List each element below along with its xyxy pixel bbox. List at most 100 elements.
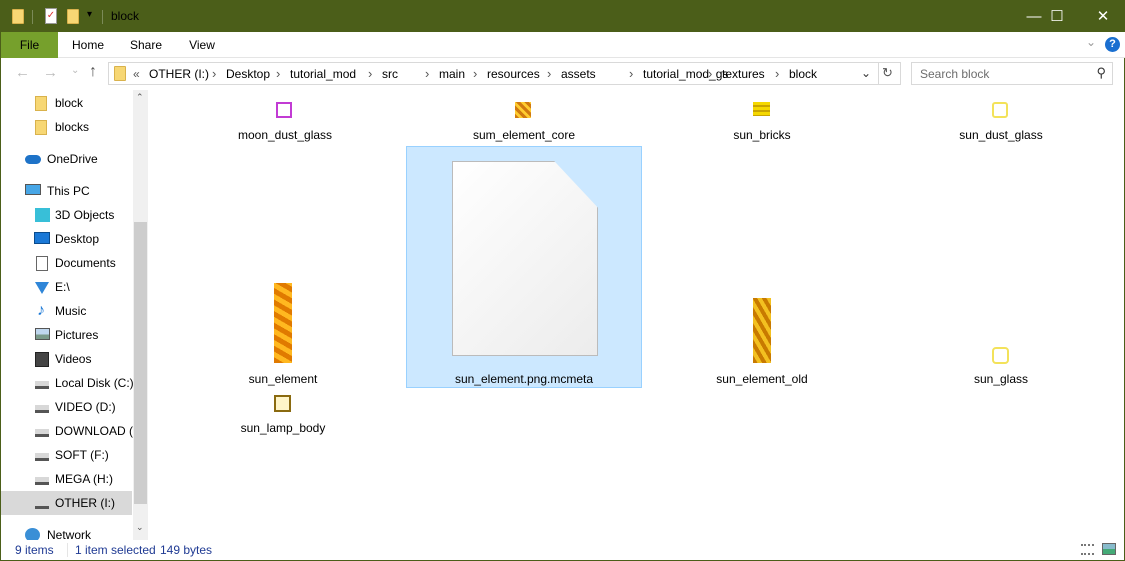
tab-view[interactable]: View [177,32,227,58]
sidebar-item-onedrive[interactable]: OneDrive [1,147,132,171]
breadcrumb-item[interactable]: textures [722,67,765,81]
sidebar-item-documents[interactable]: Documents [1,251,132,275]
folder-icon [12,9,24,24]
sidebar-item-local-disk-c[interactable]: Local Disk (C:) [1,371,134,395]
sidebar-item-download-e[interactable]: DOWNLOAD (E:) [1,419,148,443]
sidebar-item-block[interactable]: block [1,91,132,115]
scrollbar-thumb[interactable] [134,222,147,504]
texture-icon [753,102,770,116]
tab-file[interactable]: File [1,32,58,58]
large-icons-view-button[interactable] [1102,543,1116,555]
sidebar-item-label: OTHER (I:) [55,496,115,510]
sidebar-item-other-i[interactable]: OTHER (I:) [1,491,132,515]
texture-icon [753,298,771,363]
search-input[interactable]: Search block ⚲ [911,62,1113,85]
search-icon[interactable]: ⚲ [1096,65,1106,81]
recent-locations-button[interactable]: ⌄ [71,65,79,76]
breadcrumb-item[interactable]: src [382,67,398,81]
refresh-button[interactable]: ↻ [882,65,893,81]
customize-toolbar-icon[interactable]: ▾ [87,9,92,20]
breadcrumb-chevron-icon[interactable]: › [212,66,216,81]
sidebar-item-soft-f[interactable]: SOFT (F:) [1,443,132,467]
forward-button[interactable]: → [43,64,58,81]
maximize-button[interactable]: ☐ [1034,1,1080,32]
file-view: moon_dust_glass sum_element_core sun_brick… [149,90,1125,540]
glass-texture-icon [992,102,1008,118]
breadcrumb-chevron-icon[interactable]: › [368,66,372,81]
sidebar-item-3d-objects[interactable]: 3D Objects [1,203,132,227]
sidebar-item-label: Network [47,528,92,540]
sidebar-item-label: VIDEO (D:) [55,400,116,414]
address-dropdown[interactable]: ⌄ [861,66,871,80]
file-name: sun_glass [973,372,1029,386]
breadcrumb-item[interactable]: block [789,67,817,81]
sidebar-item-label: block [55,96,84,110]
breadcrumb-chevron-icon[interactable]: › [775,66,779,81]
breadcrumb-chevron-icon[interactable]: › [473,66,477,81]
sidebar-item-label: MEGA (H:) [55,472,114,486]
file-name: sun_element_old [716,372,808,386]
breadcrumb-chevron-icon[interactable]: › [425,66,429,81]
glass-texture-icon [992,347,1009,364]
breadcrumb-item[interactable]: tutorial_mod_gs [643,67,728,81]
file-name: sun_lamp_body [240,421,326,435]
help-icon[interactable]: ? [1105,37,1120,52]
properties-icon[interactable]: ✓ [45,8,57,24]
navigation-pane: block blocks OneDrive This PC 3D Objects Desk… [1,90,148,540]
new-folder-icon[interactable] [67,9,79,24]
details-view-button[interactable] [1081,544,1094,555]
breadcrumb-item[interactable]: tutorial_mod [290,67,356,81]
sidebar-item-label: E:\ [55,280,70,294]
breadcrumb-item[interactable]: Desktop [226,67,270,81]
sidebar-item-music[interactable]: ♪ Music [1,299,132,323]
breadcrumb-item[interactable]: OTHER (I:) [149,67,209,81]
sidebar-item-network[interactable]: Network [1,523,132,540]
breadcrumb-chevron-icon[interactable]: › [708,66,712,81]
folder-icon [35,96,47,111]
folder-icon [114,66,126,81]
back-button[interactable]: ← [15,64,30,81]
status-bar: 9 items 1 item selected 149 bytes [1,540,1125,561]
sidebar-item-mega-h[interactable]: MEGA (H:) [1,467,132,491]
file-name: sun_element [248,372,318,386]
file-name: sun_bricks [733,128,791,142]
computer-icon [25,184,41,195]
breadcrumb-chevron-icon[interactable]: › [276,66,280,81]
file-name: sun_dust_glass [959,128,1043,142]
sidebar-item-label: Local Disk (C:) [55,376,134,390]
title-bar: ✓ ▾ block — ☐ ✕ [1,1,1125,32]
ribbon-tabs: File Home Share View ⌄ ? [1,32,1125,58]
search-placeholder: Search block [920,67,990,81]
sidebar-item-label: blocks [55,120,90,134]
overflow-button[interactable]: « [133,67,140,81]
breadcrumb-item[interactable]: main [439,67,465,81]
breadcrumb-chevron-icon[interactable]: › [547,66,551,81]
sidebar-item-desktop[interactable]: Desktop [1,227,132,251]
sidebar-item-video-d[interactable]: VIDEO (D:) [1,395,132,419]
nav-scrollbar[interactable]: ⌃ ⌄ [133,90,148,540]
sidebar-item-pictures[interactable]: Pictures [1,323,132,347]
breadcrumb-chevron-icon[interactable]: › [629,66,633,81]
sidebar-item-label: Documents [55,256,116,270]
tab-home[interactable]: Home [63,32,113,58]
sidebar-item-videos[interactable]: Videos [1,347,132,371]
up-button[interactable]: ↑ [89,63,97,81]
file-name: sun_element.png.mcmeta [454,372,594,386]
expand-ribbon-icon[interactable]: ⌄ [1086,35,1096,49]
drive-icon [35,405,49,413]
sidebar-item-label: Desktop [55,232,100,246]
sidebar-item-this-pc[interactable]: This PC [1,179,132,203]
address-bar[interactable]: « OTHER (I:) › Desktop › tutorial_mod › src › ma… [108,62,901,85]
selection-size: 149 bytes [160,543,213,557]
breadcrumb-item[interactable]: assets [561,67,596,81]
sidebar-item-blocks[interactable]: blocks [1,115,132,139]
sidebar-item-e[interactable]: E:\ [1,275,132,299]
sidebar-item-label: Music [55,304,87,318]
close-button[interactable]: ✕ [1080,1,1125,32]
tab-share[interactable]: Share [121,32,171,58]
breadcrumb-item[interactable]: resources [487,67,540,81]
drive-icon [35,453,49,461]
music-icon: ♪ [37,302,45,319]
pictures-icon [35,328,50,340]
sidebar-item-label: 3D Objects [55,208,115,222]
